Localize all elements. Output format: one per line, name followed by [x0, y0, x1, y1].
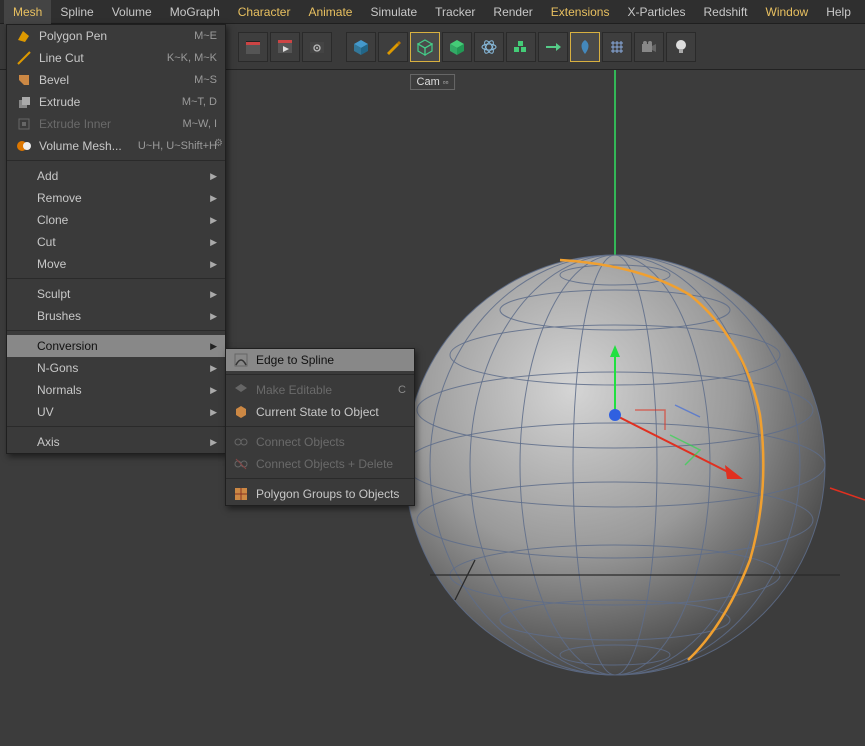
mesh-dropdown: Polygon Pen M~E Line Cut K~K, M~K Bevel …	[6, 24, 226, 454]
chevron-right-icon: ▶	[210, 385, 217, 396]
item-normals[interactable]: Normals▶	[7, 379, 225, 401]
item-sculpt[interactable]: Sculpt▶	[7, 283, 225, 305]
chevron-right-icon: ▶	[210, 289, 217, 300]
cubes-icon[interactable]	[506, 32, 536, 62]
item-make-editable: Make Editable C	[226, 379, 414, 401]
line-cut-icon	[15, 49, 33, 67]
polygon-pen-icon	[15, 27, 33, 45]
render-settings-icon[interactable]	[302, 32, 332, 62]
current-state-icon	[232, 403, 250, 421]
item-volume-mesh[interactable]: Volume Mesh... U~H, U~Shift+H ⚙	[7, 135, 225, 157]
item-line-cut[interactable]: Line Cut K~K, M~K	[7, 47, 225, 69]
edge-spline-icon	[232, 351, 250, 369]
tool-group-render	[238, 32, 332, 62]
chevron-right-icon: ▶	[210, 341, 217, 352]
chevron-right-icon: ▶	[210, 437, 217, 448]
item-edge-to-spline[interactable]: Edge to Spline	[226, 349, 414, 371]
camera-icon[interactable]	[634, 32, 664, 62]
item-connect-delete: Connect Objects + Delete	[226, 453, 414, 475]
menu-volume[interactable]: Volume	[103, 0, 161, 24]
extrude-icon	[15, 93, 33, 111]
menu-render[interactable]: Render	[484, 0, 541, 24]
leaf-icon[interactable]	[570, 32, 600, 62]
item-clone[interactable]: Clone▶	[7, 209, 225, 231]
bevel-icon	[15, 71, 33, 89]
item-move[interactable]: Move▶	[7, 253, 225, 275]
solid-cube-icon[interactable]	[442, 32, 472, 62]
chevron-right-icon: ▶	[210, 171, 217, 182]
item-bevel[interactable]: Bevel M~S	[7, 69, 225, 91]
item-axis[interactable]: Axis▶	[7, 431, 225, 453]
item-current-state[interactable]: Current State to Object	[226, 401, 414, 423]
item-polygon-pen[interactable]: Polygon Pen M~E	[7, 25, 225, 47]
connect-del-icon	[232, 455, 250, 473]
menu-spline[interactable]: Spline	[51, 0, 102, 24]
menu-help[interactable]: Help	[817, 0, 860, 24]
menu-window[interactable]: Window	[757, 0, 818, 24]
chevron-right-icon: ▶	[210, 237, 217, 248]
item-cut[interactable]: Cut▶	[7, 231, 225, 253]
item-ngons[interactable]: N-Gons▶	[7, 357, 225, 379]
menu-simulate[interactable]: Simulate	[361, 0, 426, 24]
menu-extensions[interactable]: Extensions	[542, 0, 619, 24]
item-connect-objects: Connect Objects	[226, 431, 414, 453]
bulb-icon[interactable]	[666, 32, 696, 62]
wire-cube-icon[interactable]	[410, 32, 440, 62]
item-conversion[interactable]: Conversion▶	[7, 335, 225, 357]
chevron-right-icon: ▶	[210, 407, 217, 418]
grid-icon[interactable]	[602, 32, 632, 62]
menubar: Mesh Spline Volume MoGraph Character Ani…	[0, 0, 865, 24]
connect-icon	[232, 433, 250, 451]
chevron-right-icon: ▶	[210, 259, 217, 270]
menu-tracker[interactable]: Tracker	[426, 0, 484, 24]
menu-redshift[interactable]: Redshift	[694, 0, 756, 24]
item-extrude-inner: Extrude Inner M~W, I	[7, 113, 225, 135]
make-editable-icon	[232, 381, 250, 399]
item-remove[interactable]: Remove▶	[7, 187, 225, 209]
menu-character[interactable]: Character	[229, 0, 300, 24]
item-brushes[interactable]: Brushes▶	[7, 305, 225, 327]
chevron-right-icon: ▶	[210, 363, 217, 374]
chevron-right-icon: ▶	[210, 311, 217, 322]
volume-mesh-icon	[15, 137, 33, 155]
cube-icon[interactable]	[346, 32, 376, 62]
chevron-right-icon: ▶	[210, 193, 217, 204]
label: Polygon Pen	[39, 29, 188, 43]
gear-icon[interactable]: ⚙	[214, 138, 223, 149]
pen-icon[interactable]	[378, 32, 408, 62]
menu-mesh[interactable]: Mesh	[4, 0, 51, 24]
item-polygroups-to-objects[interactable]: Polygon Groups to Objects	[226, 483, 414, 505]
extrude-inner-icon	[15, 115, 33, 133]
chevron-right-icon: ▶	[210, 215, 217, 226]
item-uv[interactable]: UV▶	[7, 401, 225, 423]
polygroups-icon	[232, 485, 250, 503]
arrow-right-icon[interactable]	[538, 32, 568, 62]
clapper-icon[interactable]	[238, 32, 268, 62]
atom-icon[interactable]	[474, 32, 504, 62]
shortcut: M~E	[188, 30, 217, 42]
tool-group-objects	[346, 32, 696, 62]
item-extrude[interactable]: Extrude M~T, D	[7, 91, 225, 113]
menu-animate[interactable]: Animate	[299, 0, 361, 24]
conversion-submenu: Edge to Spline Make Editable C Current S…	[225, 348, 415, 506]
menu-xparticles[interactable]: X-Particles	[618, 0, 694, 24]
item-add[interactable]: Add▶	[7, 165, 225, 187]
play-clapper-icon[interactable]	[270, 32, 300, 62]
menu-mograph[interactable]: MoGraph	[161, 0, 229, 24]
